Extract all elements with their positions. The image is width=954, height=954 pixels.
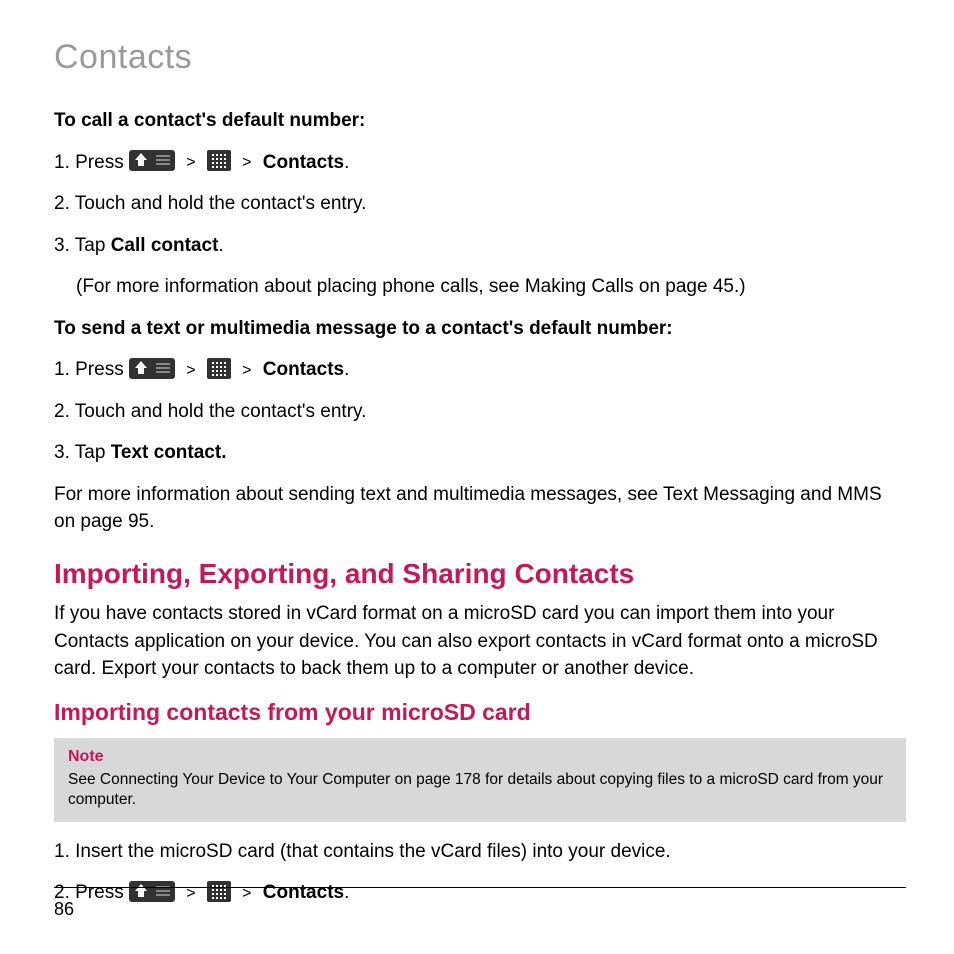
step-prefix: 1. Press bbox=[54, 359, 129, 380]
footer-rule bbox=[54, 887, 906, 888]
contacts-label: Contacts bbox=[263, 359, 344, 380]
subheading-import-microsd: Importing contacts from your microSD car… bbox=[54, 699, 906, 726]
manual-page: Contacts To call a contact's default num… bbox=[0, 0, 954, 907]
apps-grid-icon bbox=[207, 358, 231, 379]
step-prefix: 1. Press bbox=[54, 152, 129, 173]
section-paragraph: If you have contacts stored in vCard for… bbox=[54, 600, 906, 683]
step-2-call: 2. Touch and hold the contact's entry. bbox=[54, 190, 906, 218]
step-3-text: 3. Tap Text contact. bbox=[54, 439, 906, 467]
period: . bbox=[344, 882, 349, 903]
procedure-title-call: To call a contact's default number: bbox=[54, 107, 906, 135]
text-contact-label: Text contact. bbox=[111, 442, 227, 463]
step-prefix: 3. Tap bbox=[54, 235, 111, 256]
note-box: Note See Connecting Your Device to Your … bbox=[54, 738, 906, 822]
note-title: Note bbox=[68, 748, 892, 766]
home-icon bbox=[129, 881, 175, 902]
contacts-label: Contacts bbox=[263, 152, 344, 173]
breadcrumb-separator: > bbox=[242, 151, 251, 174]
step-3-note: (For more information about placing phon… bbox=[54, 273, 906, 301]
step-prefix: 3. Tap bbox=[54, 442, 111, 463]
period: . bbox=[218, 235, 223, 256]
breadcrumb-separator: > bbox=[186, 151, 195, 174]
import-step-1: 1. Insert the microSD card (that contain… bbox=[54, 838, 906, 866]
page-number: 86 bbox=[54, 899, 74, 920]
note-body: See Connecting Your Device to Your Compu… bbox=[68, 770, 892, 810]
home-icon bbox=[129, 150, 175, 171]
chapter-title: Contacts bbox=[54, 38, 906, 77]
apps-grid-icon bbox=[207, 150, 231, 171]
import-step-2: 2. Press > > Contacts. bbox=[54, 879, 906, 907]
breadcrumb-separator: > bbox=[186, 359, 195, 382]
call-contact-label: Call contact bbox=[111, 235, 219, 256]
period: . bbox=[344, 359, 349, 380]
home-icon bbox=[129, 358, 175, 379]
contacts-label: Contacts bbox=[263, 882, 344, 903]
step-1-call: 1. Press > > Contacts. bbox=[54, 149, 906, 177]
apps-grid-icon bbox=[207, 881, 231, 902]
info-paragraph: For more information about sending text … bbox=[54, 481, 906, 536]
breadcrumb-separator: > bbox=[242, 359, 251, 382]
breadcrumb-separator: > bbox=[242, 882, 251, 905]
procedure-title-text: To send a text or multimedia message to … bbox=[54, 315, 906, 343]
step-1-text: 1. Press > > Contacts. bbox=[54, 356, 906, 384]
step-2-text: 2. Touch and hold the contact's entry. bbox=[54, 398, 906, 426]
step-3-call: 3. Tap Call contact. bbox=[54, 232, 906, 260]
period: . bbox=[344, 152, 349, 173]
section-heading-import-export: Importing, Exporting, and Sharing Contac… bbox=[54, 558, 906, 590]
breadcrumb-separator: > bbox=[186, 882, 195, 905]
